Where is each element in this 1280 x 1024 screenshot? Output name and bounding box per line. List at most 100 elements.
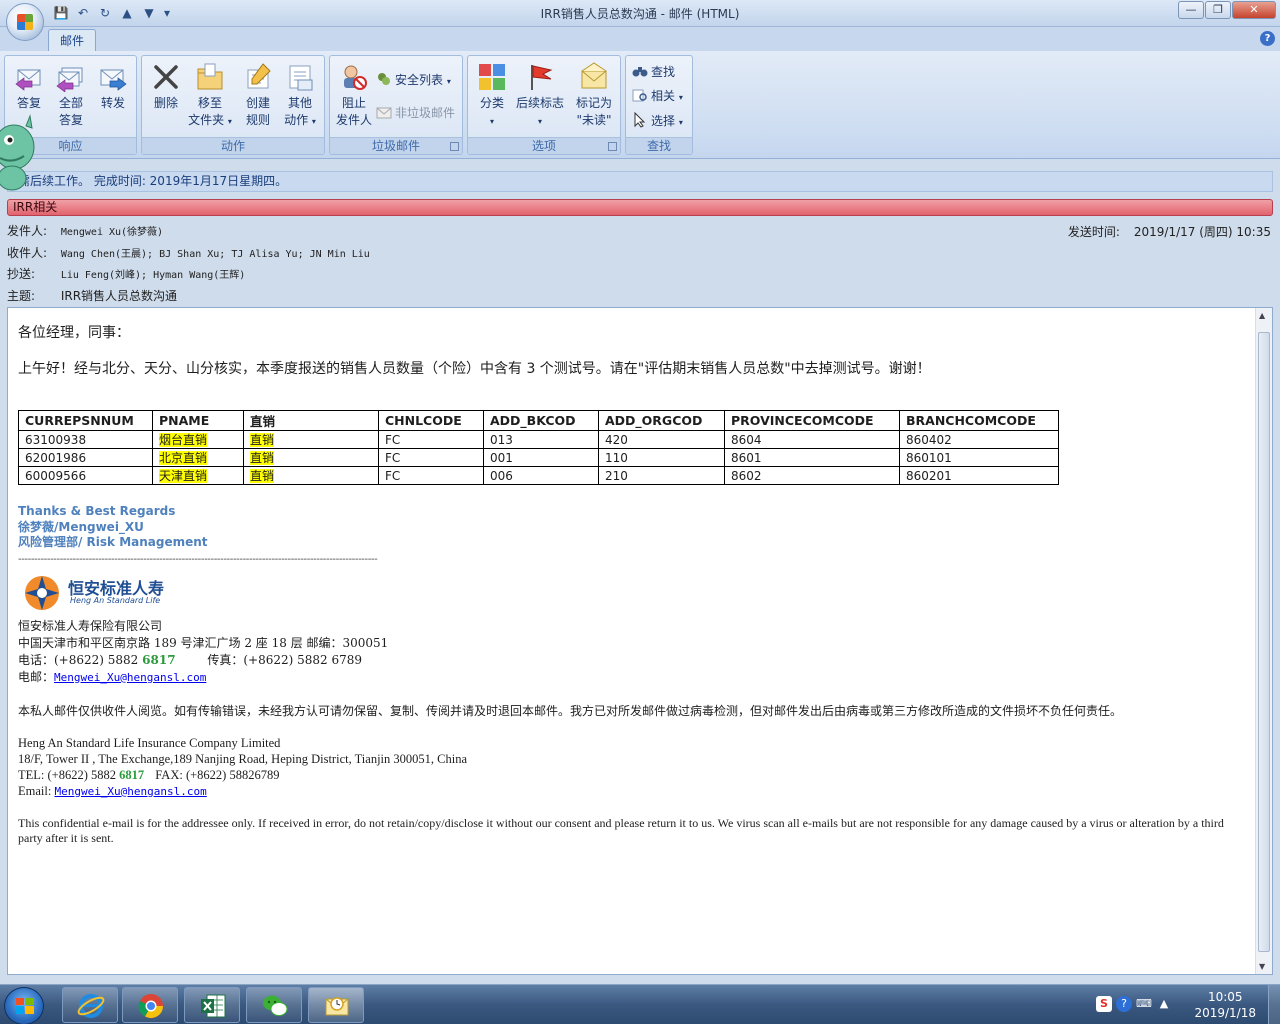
column-header: ADD_ORGCOD <box>598 410 725 431</box>
brand-subtitle: Heng An Standard Life <box>70 595 161 605</box>
find-button[interactable]: 查找 <box>632 62 675 82</box>
group-junk-label: 垃圾邮件 <box>330 137 462 154</box>
column-header: CHNLCODE <box>378 410 484 431</box>
table-cell: 直销 <box>243 430 379 449</box>
restore-button[interactable]: ❐ <box>1205 1 1231 19</box>
minimize-button[interactable]: — <box>1178 1 1204 19</box>
group-junk: 阻止 发件人 安全列表 ▾ 非垃圾邮件 垃圾邮件 <box>329 55 463 155</box>
desktop-mascot-icon <box>0 114 35 191</box>
not-junk-button[interactable]: 非垃圾邮件 <box>376 103 455 123</box>
reply-all-label-1: 全部 <box>58 96 83 110</box>
column-header: ADD_BKCOD <box>483 410 599 431</box>
mark-as-unread-button[interactable]: 标记为 "未读" <box>570 62 618 129</box>
to-value[interactable]: Wang Chen(王晨); BJ Shan Xu; TJ Alisa Yu; … <box>61 249 370 260</box>
ribbon: 答复 全部 答复 转发 响应 删除 移至 文件夹 ▾ 创建 规则 其他 动作 ▾… <box>0 51 1280 159</box>
table-cell: 直销 <box>243 448 379 467</box>
column-header: BRANCHCOMCODE <box>899 410 1059 431</box>
follow-up-button[interactable]: 后续标志 ▾ <box>514 62 566 130</box>
find-label: 查找 <box>651 65 676 79</box>
taskbar-internet-explorer[interactable] <box>62 987 118 1023</box>
junk-dialog-launcher-icon[interactable] <box>450 142 459 151</box>
taskbar-outlook[interactable] <box>308 987 364 1023</box>
reply-button[interactable]: 答复 <box>7 62 51 112</box>
sogou-input-icon[interactable]: S <box>1096 996 1112 1012</box>
scroll-down-arrow-icon[interactable]: ▼ <box>1259 962 1265 971</box>
help-icon[interactable]: ? <box>1260 31 1275 46</box>
mark-unread-label-2: "未读" <box>576 113 612 127</box>
select-button[interactable]: 选择 ▾ <box>632 111 683 131</box>
tel-cn: 电话：(+8622) 5882 <box>18 652 143 667</box>
select-label: 选择 <box>651 114 676 128</box>
highlighted-text: 直销 <box>250 469 275 483</box>
signature-line-3: 风险管理部/ Risk Management <box>18 535 208 549</box>
group-options-label: 选项 <box>468 137 620 154</box>
vertical-scrollbar[interactable]: ▲ ▼ <box>1255 308 1272 974</box>
table-cell: 烟台直销 <box>152 430 244 449</box>
title-bar: 💾 ↶ ↻ ▲ ▼ ▾ IRR销售人员总数沟通 - 邮件 (HTML) — ❐ … <box>0 0 1280 27</box>
group-find: 查找 相关 ▾ 选择 ▾ 查找 <box>625 55 693 155</box>
scroll-up-arrow-icon[interactable]: ▲ <box>1259 311 1265 320</box>
message-body[interactable]: 各位经理，同事： 上午好！经与北分、天分、山分核实，本季度报送的销售人员数量（个… <box>7 307 1273 975</box>
move-label-2: 文件夹 <box>188 113 225 127</box>
disclaimer-cn: 本私人邮件仅供收件人阅览。如有传输错误，未经我方认可请勿保留、复制、传阅并请及时… <box>18 703 1123 718</box>
delete-button[interactable]: 删除 <box>144 62 188 112</box>
sent-value: 2019/1/17 (周四) 10:35 <box>1133 225 1271 239</box>
company-logo-icon <box>25 575 59 610</box>
disclaimer-en: This confidential e-mail is for the addr… <box>18 815 1224 845</box>
cc-value[interactable]: Liu Feng(刘峰); Hyman Wang(王辉) <box>61 270 246 281</box>
email-link[interactable]: Mengwei_Xu@hengansl.com <box>54 671 206 684</box>
reply-all-icon <box>56 67 83 92</box>
close-button[interactable]: ✕ <box>1232 1 1276 19</box>
subject-label: 主题: <box>7 289 36 303</box>
options-dialog-launcher-icon[interactable] <box>608 142 617 151</box>
show-hidden-icons-icon[interactable]: ▲ <box>1156 996 1172 1012</box>
safe-lists-button[interactable]: 安全列表 ▾ <box>376 70 451 90</box>
related-icon <box>632 89 647 102</box>
clock-date: 2019/1/18 <box>1194 1006 1256 1020</box>
taskbar-wechat[interactable] <box>246 987 302 1023</box>
taskbar-chrome[interactable] <box>122 987 178 1023</box>
keyboard-tray-icon[interactable]: ⌨ <box>1136 996 1152 1012</box>
create-rule-label-2: 规则 <box>245 113 270 127</box>
scroll-thumb[interactable] <box>1258 332 1270 952</box>
related-button[interactable]: 相关 ▾ <box>632 86 683 106</box>
table-cell: 8604 <box>724 430 900 449</box>
reply-all-button[interactable]: 全部 答复 <box>49 62 93 129</box>
follow-up-infobar[interactable]: 需后续工作。 完成时间: 2019年1月17日星期四。 <box>7 171 1273 192</box>
tab-message[interactable]: 邮件 <box>48 29 96 53</box>
table-row: 62001986 北京直销 直销 FC 001 110 8601 860101 <box>18 448 1059 467</box>
forward-button[interactable]: 转发 <box>91 62 135 112</box>
help-tray-icon[interactable]: ? <box>1116 996 1132 1012</box>
show-desktop-button[interactable] <box>1268 985 1280 1024</box>
safe-lists-icon <box>378 73 390 85</box>
categorize-button[interactable]: 分类 ▾ <box>470 62 514 130</box>
signature-line-1: Thanks & Best Regards <box>18 504 176 518</box>
group-actions: 删除 移至 文件夹 ▾ 创建 规则 其他 动作 ▾ 动作 <box>141 55 325 155</box>
system-tray: S ? ⌨ ▲ 10:05 2019/1/18 <box>1090 985 1280 1024</box>
block-sender-label-2: 发件人 <box>335 113 372 127</box>
create-rule-button[interactable]: 创建 规则 <box>236 62 280 129</box>
categorize-icon <box>479 64 505 90</box>
from-value[interactable]: Mengwei Xu(徐梦薇) <box>61 227 163 238</box>
table-cell: FC <box>378 466 484 485</box>
follow-up-label: 后续标志 <box>515 96 564 110</box>
other-actions-button[interactable]: 其他 动作 ▾ <box>278 62 322 130</box>
cursor-icon <box>634 112 646 128</box>
taskbar-excel[interactable] <box>184 987 240 1023</box>
clock[interactable]: 10:05 2019/1/18 <box>1194 989 1256 1021</box>
sent-time-row: 发送时间: 2019/1/17 (周四) 10:35 <box>1068 223 1271 240</box>
company-name-cn: 恒安标准人寿保险有限公司 <box>18 618 163 633</box>
window-title: IRR销售人员总数沟通 - 邮件 (HTML) <box>540 7 740 21</box>
start-button[interactable] <box>4 987 44 1024</box>
table-cell: 110 <box>598 448 725 467</box>
signature-line-2: 徐梦薇/Mengwei_XU <box>18 519 144 534</box>
office-button[interactable] <box>6 3 44 41</box>
safe-lists-label: 安全列表 <box>395 73 444 87</box>
group-find-label: 查找 <box>626 137 692 154</box>
table-cell: 60009566 <box>18 466 153 485</box>
block-sender-button[interactable]: 阻止 发件人 <box>332 62 376 129</box>
email-link-en[interactable]: Mengwei_Xu@hengansl.com <box>54 785 206 798</box>
move-to-folder-button[interactable]: 移至 文件夹 ▾ <box>188 62 232 130</box>
email-en-label: Email: <box>18 783 55 798</box>
follow-up-dropdown-arrow-icon: ▾ <box>537 117 542 126</box>
